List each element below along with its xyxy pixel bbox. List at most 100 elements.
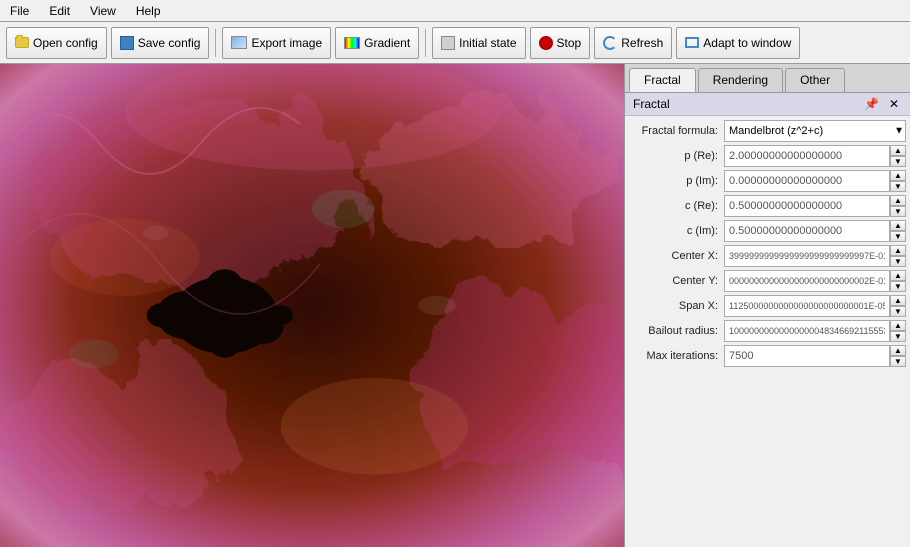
bailout-radius-row: Bailout radius: ▲ ▼: [629, 320, 906, 342]
center-y-label: Center Y:: [629, 275, 724, 287]
stop-label: Stop: [557, 36, 582, 50]
initial-state-label: Initial state: [459, 36, 516, 50]
save-icon: [120, 36, 134, 50]
tab-rendering[interactable]: Rendering: [698, 68, 783, 92]
open-config-button[interactable]: Open config: [6, 27, 107, 59]
c-im-row: c (Im): ▲ ▼: [629, 220, 906, 242]
toolbar-sep-1: [215, 29, 216, 57]
c-re-spin-down[interactable]: ▼: [890, 206, 906, 217]
gradient-button[interactable]: Gradient: [335, 27, 419, 59]
form-area: Fractal formula: Mandelbrot (z^2+c) Juli…: [625, 116, 910, 547]
export-image-label: Export image: [251, 36, 322, 50]
span-x-spin-down[interactable]: ▼: [890, 306, 906, 317]
p-re-spin-up[interactable]: ▲: [890, 145, 906, 156]
span-x-input[interactable]: [724, 295, 890, 317]
fractal-formula-row: Fractal formula: Mandelbrot (z^2+c) Juli…: [629, 120, 906, 142]
p-re-spin-down[interactable]: ▼: [890, 156, 906, 167]
center-x-spin-down[interactable]: ▼: [890, 256, 906, 267]
fractal-formula-control: Mandelbrot (z^2+c) Julia Burning Ship ▼: [724, 120, 906, 142]
menu-edit[interactable]: Edit: [43, 2, 76, 20]
pin-icon[interactable]: 📌: [861, 96, 882, 112]
c-re-control: ▲ ▼: [724, 195, 906, 217]
center-y-row: Center Y: ▲ ▼: [629, 270, 906, 292]
refresh-icon: [603, 36, 617, 50]
export-image-button[interactable]: Export image: [222, 27, 331, 59]
gradient-icon: [344, 37, 360, 49]
max-iterations-row: Max iterations: ▲ ▼: [629, 345, 906, 367]
c-im-spin-down[interactable]: ▼: [890, 231, 906, 242]
center-y-control: ▲ ▼: [724, 270, 906, 292]
max-iterations-control: ▲ ▼: [724, 345, 906, 367]
p-im-control: ▲ ▼: [724, 170, 906, 192]
adapt-to-window-button[interactable]: Adapt to window: [676, 27, 800, 59]
menu-file[interactable]: File: [4, 2, 35, 20]
p-im-label: p (Im):: [629, 175, 724, 187]
gradient-label: Gradient: [364, 36, 410, 50]
p-re-label: p (Re):: [629, 150, 724, 162]
center-x-spin-up[interactable]: ▲: [890, 245, 906, 256]
center-x-input[interactable]: [724, 245, 890, 267]
span-x-spin-up[interactable]: ▲: [890, 295, 906, 306]
max-iterations-spinners: ▲ ▼: [890, 345, 906, 367]
folder-icon: [15, 37, 29, 48]
center-x-control: ▲ ▼: [724, 245, 906, 267]
max-iterations-input[interactable]: [724, 345, 890, 367]
bailout-radius-input[interactable]: [724, 320, 890, 342]
toolbar-sep-2: [425, 29, 426, 57]
c-re-spinners: ▲ ▼: [890, 195, 906, 217]
refresh-label: Refresh: [621, 36, 663, 50]
span-x-control: ▲ ▼: [724, 295, 906, 317]
initial-state-icon: [441, 36, 455, 50]
fractal-formula-label: Fractal formula:: [629, 125, 724, 137]
c-im-control: ▲ ▼: [724, 220, 906, 242]
center-y-spinners: ▲ ▼: [890, 270, 906, 292]
c-im-input[interactable]: [724, 220, 890, 242]
fractal-formula-select[interactable]: Mandelbrot (z^2+c) Julia Burning Ship: [724, 120, 906, 142]
tab-fractal[interactable]: Fractal: [629, 68, 696, 92]
save-config-label: Save config: [138, 36, 201, 50]
menu-help[interactable]: Help: [130, 2, 167, 20]
panel-header: Fractal 📌 ✕: [625, 93, 910, 116]
max-iterations-spin-up[interactable]: ▲: [890, 345, 906, 356]
center-x-row: Center X: ▲ ▼: [629, 245, 906, 267]
tab-other[interactable]: Other: [785, 68, 845, 92]
initial-state-button[interactable]: Initial state: [432, 27, 525, 59]
panel-title: Fractal: [633, 97, 670, 111]
refresh-button[interactable]: Refresh: [594, 27, 672, 59]
center-y-spin-down[interactable]: ▼: [890, 281, 906, 292]
c-im-spinners: ▲ ▼: [890, 220, 906, 242]
c-im-label: c (Im):: [629, 225, 724, 237]
c-re-spin-up[interactable]: ▲: [890, 195, 906, 206]
p-im-spin-down[interactable]: ▼: [890, 181, 906, 192]
p-re-row: p (Re): ▲ ▼: [629, 145, 906, 167]
center-y-input[interactable]: [724, 270, 890, 292]
max-iterations-spin-down[interactable]: ▼: [890, 356, 906, 367]
stop-icon: [539, 36, 553, 50]
p-im-spin-up[interactable]: ▲: [890, 170, 906, 181]
p-re-input[interactable]: [724, 145, 890, 167]
c-im-spin-up[interactable]: ▲: [890, 220, 906, 231]
c-re-input[interactable]: [724, 195, 890, 217]
menu-view[interactable]: View: [84, 2, 122, 20]
image-icon: [231, 36, 247, 49]
p-im-input[interactable]: [724, 170, 890, 192]
fractal-canvas-area[interactable]: [0, 64, 624, 547]
fractal-visualization: [0, 64, 624, 547]
tab-bar: Fractal Rendering Other: [625, 64, 910, 93]
stop-button[interactable]: Stop: [530, 27, 591, 59]
main-content: Fractal Rendering Other Fractal 📌 ✕ Frac…: [0, 64, 910, 547]
adapt-to-window-label: Adapt to window: [703, 36, 791, 50]
open-config-label: Open config: [33, 36, 98, 50]
right-panel: Fractal Rendering Other Fractal 📌 ✕ Frac…: [624, 64, 910, 547]
center-y-spin-up[interactable]: ▲: [890, 270, 906, 281]
save-config-button[interactable]: Save config: [111, 27, 210, 59]
bailout-radius-spin-down[interactable]: ▼: [890, 331, 906, 342]
window-icon: [685, 37, 699, 48]
bailout-radius-label: Bailout radius:: [629, 325, 724, 337]
menubar: File Edit View Help: [0, 0, 910, 22]
bailout-radius-spin-up[interactable]: ▲: [890, 320, 906, 331]
p-im-row: p (Im): ▲ ▼: [629, 170, 906, 192]
p-re-control: ▲ ▼: [724, 145, 906, 167]
close-icon[interactable]: ✕: [886, 96, 902, 112]
span-x-spinners: ▲ ▼: [890, 295, 906, 317]
